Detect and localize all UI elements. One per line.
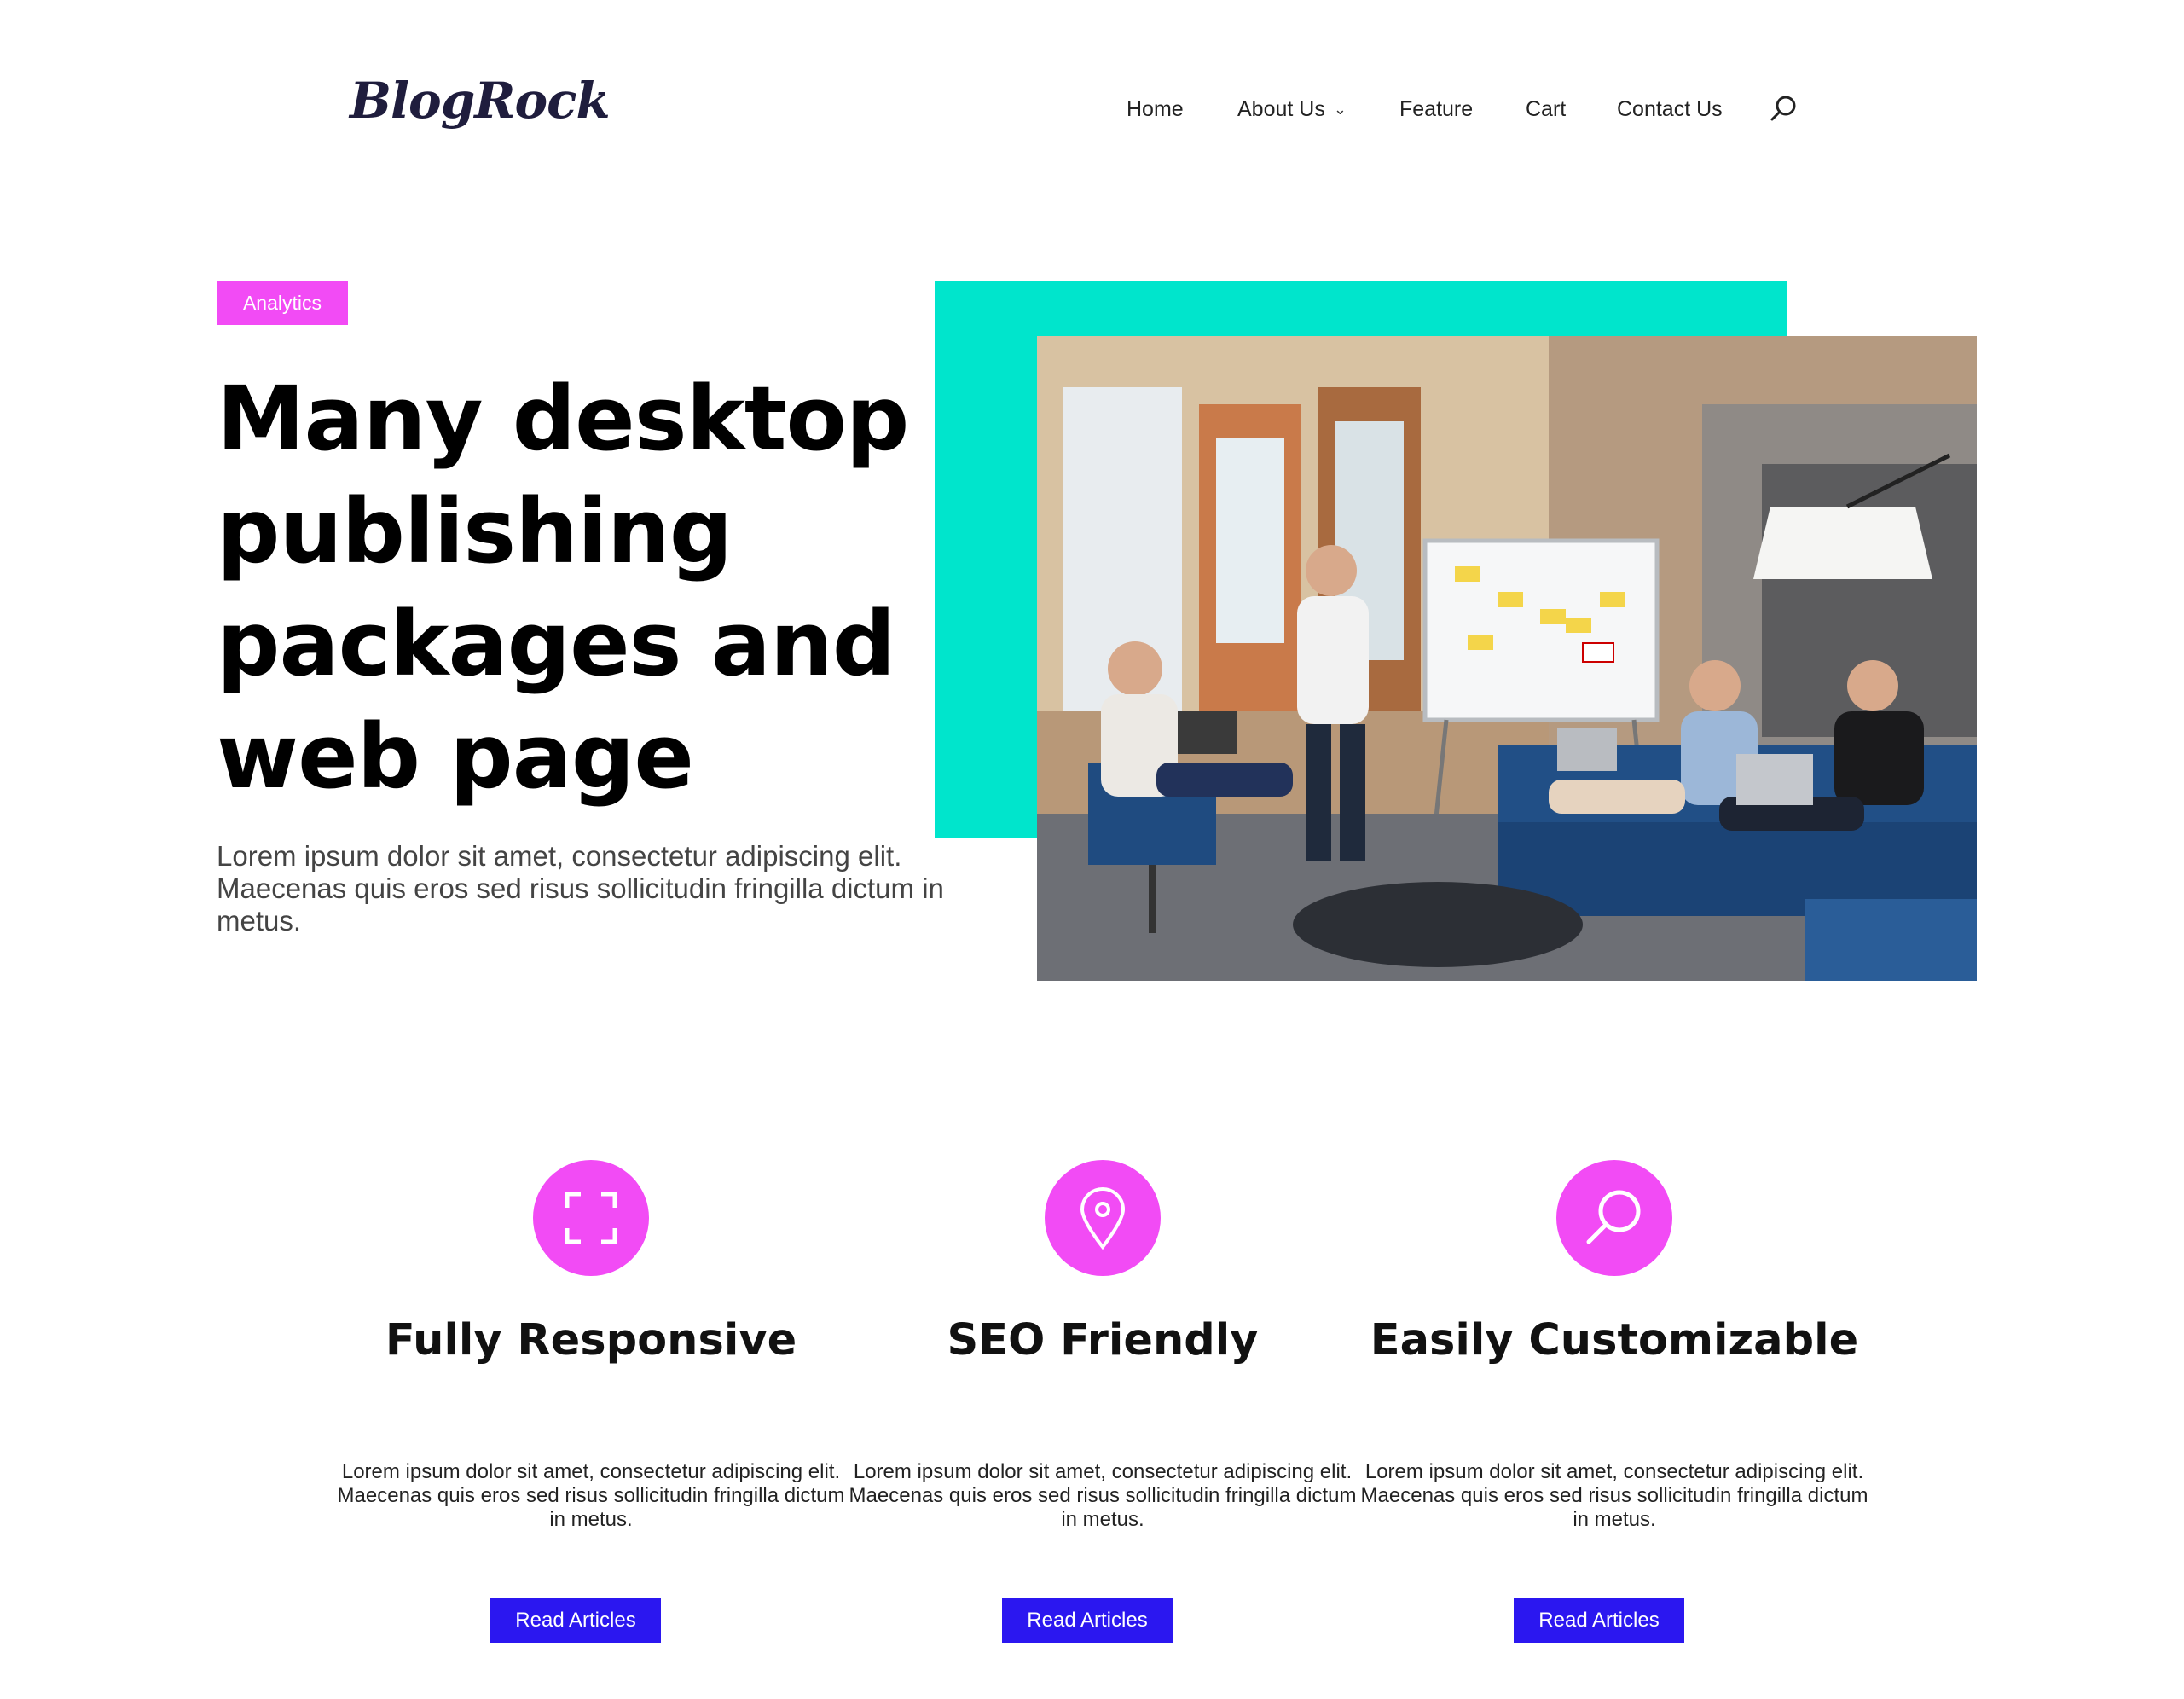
hero-description: Lorem ipsum dolor sit amet, consectetur … [217,840,944,936]
feature-card-customizable: Easily Customizable Lorem ipsum dolor si… [1360,1160,1868,1655]
nav-about-us[interactable]: About Us ⌄ [1237,96,1347,123]
nav-home[interactable]: Home [1127,96,1184,123]
category-badge[interactable]: Analytics [217,281,348,325]
read-articles-button[interactable]: Read Articles [1002,1598,1173,1643]
chevron-down-icon: ⌄ [1333,101,1347,118]
hero-photo [1037,336,1977,981]
search-icon [1770,96,1796,121]
nav-feature-label: Feature [1399,97,1474,121]
feature-title: SEO Friendly [947,1315,1259,1366]
fullscreen-icon [565,1192,617,1244]
feature-title: Fully Responsive [385,1315,797,1366]
feature-icon-badge [1556,1160,1672,1276]
read-articles-button[interactable]: Read Articles [490,1598,661,1643]
site-logo[interactable]: BlogRock [350,72,611,130]
map-pin-icon [1080,1187,1126,1250]
feature-card-seo: SEO Friendly Lorem ipsum dolor sit amet,… [849,1160,1357,1655]
feature-icon-badge [533,1160,649,1276]
nav-cart-label: Cart [1526,97,1567,121]
feature-description: Lorem ipsum dolor sit amet, consectetur … [1360,1460,1868,1531]
hero-title: Many desktop publishing packages and web… [217,367,909,809]
nav-cart[interactable]: Cart [1526,96,1566,123]
main-nav: Home About Us ⌄ Feature Cart Contact Us [1109,96,1808,133]
feature-title: Easily Customizable [1370,1315,1859,1366]
office-meeting-image [1037,336,1977,981]
search-icon [1586,1190,1641,1244]
nav-about-us-label: About Us [1237,97,1325,121]
feature-description: Lorem ipsum dolor sit amet, consectetur … [337,1460,845,1531]
read-articles-button[interactable]: Read Articles [1514,1598,1684,1643]
feature-description: Lorem ipsum dolor sit amet, consectetur … [849,1460,1357,1531]
nav-feature[interactable]: Feature [1399,96,1473,123]
nav-home-label: Home [1127,97,1184,121]
feature-card-responsive: Fully Responsive Lorem ipsum dolor sit a… [337,1160,845,1655]
feature-icon-badge [1045,1160,1161,1276]
nav-contact-us[interactable]: Contact Us [1617,96,1723,123]
header-search-button[interactable] [1769,94,1798,123]
nav-contact-us-label: Contact Us [1617,97,1723,121]
